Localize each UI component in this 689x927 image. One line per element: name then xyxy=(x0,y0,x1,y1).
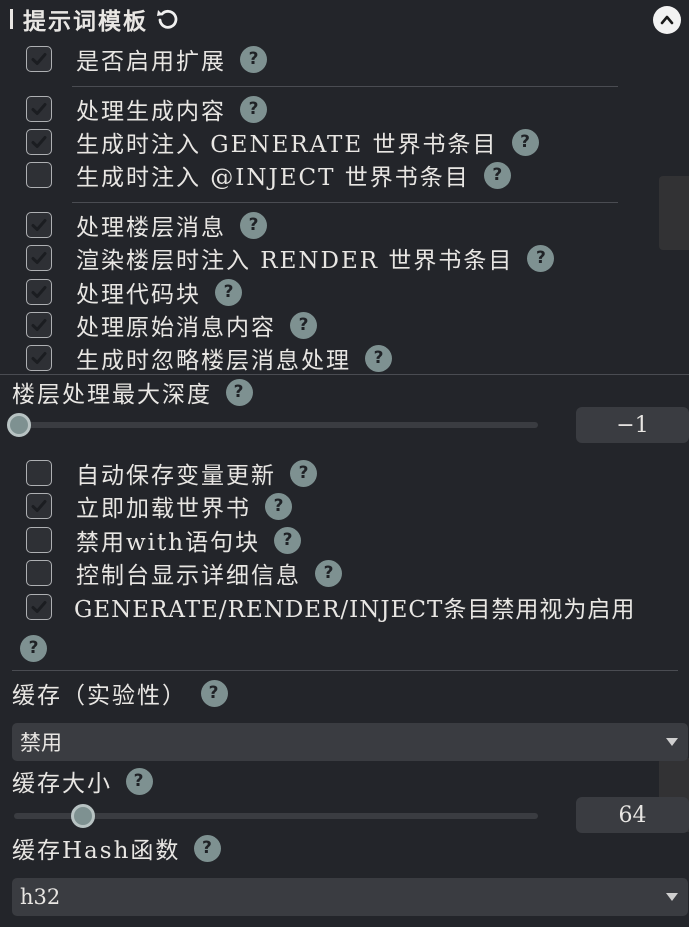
load-worldbook-checkbox[interactable] xyxy=(26,493,52,519)
ignore-floor-on-gen-label: 生成时忽略楼层消息处理 xyxy=(76,348,351,374)
help-icon[interactable]: ? xyxy=(265,492,292,520)
help-icon[interactable]: ? xyxy=(365,344,392,372)
inject-inject-checkbox[interactable] xyxy=(26,162,52,188)
render-inject-label: 渲染楼层时注入 RENDER 世界书条目 xyxy=(76,248,514,274)
cache-size-input[interactable]: 64 xyxy=(576,797,689,833)
help-icon[interactable]: ? xyxy=(226,378,253,406)
option-disable-with[interactable]: 禁用with语句块 ? xyxy=(26,524,302,556)
option-console-verbose[interactable]: 控制台显示详细信息 ? xyxy=(26,557,342,589)
disabled-as-enabled-help-row: ? xyxy=(20,632,47,664)
option-render-inject[interactable]: 渲染楼层时注入 RENDER 世界书条目 ? xyxy=(26,242,555,274)
option-process-generate[interactable]: 处理生成内容 ? xyxy=(26,93,267,125)
max-depth-slider-track[interactable] xyxy=(14,422,538,428)
enable-extension-label: 是否启用扩展 xyxy=(76,49,226,75)
render-inject-checkbox[interactable] xyxy=(26,245,52,271)
settings-panel: 提示词模板 是否启用扩展 ? 处理生成内容 ? 生成时注入 GENERATE 世… xyxy=(0,0,689,927)
process-raw-checkbox[interactable] xyxy=(26,312,52,338)
process-floor-checkbox[interactable] xyxy=(26,212,52,238)
help-icon[interactable]: ? xyxy=(527,244,555,272)
cache-size-section: 缓存大小 ? xyxy=(12,765,153,797)
enable-extension-checkbox[interactable] xyxy=(26,46,52,72)
chevron-up-icon xyxy=(660,15,674,25)
process-generate-label: 处理生成内容 xyxy=(76,99,226,125)
option-process-raw[interactable]: 处理原始消息内容 ? xyxy=(26,309,317,341)
disable-with-label: 禁用with语句块 xyxy=(76,530,261,556)
help-icon[interactable]: ? xyxy=(201,679,228,707)
max-depth-section: 楼层处理最大深度 ? xyxy=(12,376,253,408)
help-icon[interactable]: ? xyxy=(20,634,47,662)
cache-size-slider-thumb[interactable] xyxy=(71,804,95,828)
option-inject-inject[interactable]: 生成时注入 @INJECT 世界书条目 ? xyxy=(26,159,511,191)
reset-icon[interactable] xyxy=(156,7,180,31)
help-icon[interactable]: ? xyxy=(315,559,342,587)
collapse-button[interactable] xyxy=(653,6,681,34)
cache-section: 缓存（实验性） ? xyxy=(12,677,228,709)
divider xyxy=(72,202,618,203)
option-ignore-floor-on-gen[interactable]: 生成时忽略楼层消息处理 ? xyxy=(26,342,392,374)
option-disabled-as-enabled[interactable]: GENERATE/RENDER/INJECT条目禁用视为启用 xyxy=(26,591,635,623)
inject-generate-checkbox[interactable] xyxy=(26,129,52,155)
cache-label: 缓存（实验性） xyxy=(12,683,187,709)
chevron-down-icon xyxy=(666,893,678,901)
option-inject-generate[interactable]: 生成时注入 GENERATE 世界书条目 ? xyxy=(26,126,539,158)
help-icon[interactable]: ? xyxy=(240,95,267,123)
option-load-worldbook[interactable]: 立即加载世界书 ? xyxy=(26,490,292,522)
help-icon[interactable]: ? xyxy=(240,45,267,73)
max-depth-slider-thumb[interactable] xyxy=(7,413,31,437)
process-codeblock-label: 处理代码块 xyxy=(76,282,201,308)
help-icon[interactable]: ? xyxy=(274,526,302,554)
console-verbose-checkbox[interactable] xyxy=(26,560,52,586)
option-process-codeblock[interactable]: 处理代码块 ? xyxy=(26,276,242,308)
process-raw-label: 处理原始消息内容 xyxy=(76,315,276,341)
cache-select[interactable]: 禁用 xyxy=(12,723,688,761)
ignore-floor-on-gen-checkbox[interactable] xyxy=(26,345,52,371)
help-icon[interactable]: ? xyxy=(215,278,242,306)
hash-select[interactable]: h32 xyxy=(12,878,688,916)
help-icon[interactable]: ? xyxy=(483,161,511,189)
process-codeblock-checkbox[interactable] xyxy=(26,279,52,305)
console-verbose-label: 控制台显示详细信息 xyxy=(76,563,301,589)
help-icon[interactable]: ? xyxy=(290,459,317,487)
cache-select-value: 禁用 xyxy=(20,731,62,755)
inject-inject-label: 生成时注入 @INJECT 世界书条目 xyxy=(76,165,470,191)
option-autosave-vars[interactable]: 自动保存变量更新 ? xyxy=(26,457,317,489)
help-icon[interactable]: ? xyxy=(290,311,317,339)
panel-header[interactable]: 提示词模板 xyxy=(10,4,180,35)
help-icon[interactable]: ? xyxy=(240,211,267,239)
hash-label: 缓存Hash函数 xyxy=(12,838,181,864)
process-generate-checkbox[interactable] xyxy=(26,96,52,122)
hash-select-value: h32 xyxy=(20,885,61,909)
autosave-vars-checkbox[interactable] xyxy=(26,460,52,486)
disabled-as-enabled-checkbox[interactable] xyxy=(26,594,52,620)
help-icon[interactable]: ? xyxy=(511,128,539,156)
header-bar xyxy=(10,9,13,29)
autosave-vars-label: 自动保存变量更新 xyxy=(76,463,276,489)
divider xyxy=(72,86,618,87)
hash-section: 缓存Hash函数 ? xyxy=(12,832,222,864)
panel-title: 提示词模板 xyxy=(23,8,148,35)
chevron-down-icon xyxy=(666,738,678,746)
help-icon[interactable]: ? xyxy=(194,834,222,862)
max-depth-label: 楼层处理最大深度 xyxy=(12,382,212,408)
inject-generate-label: 生成时注入 GENERATE 世界书条目 xyxy=(76,132,498,158)
divider xyxy=(12,670,678,671)
max-depth-input[interactable]: −1 xyxy=(576,407,689,443)
option-enable-extension[interactable]: 是否启用扩展 ? xyxy=(26,43,267,75)
load-worldbook-label: 立即加载世界书 xyxy=(76,496,251,522)
option-process-floor[interactable]: 处理楼层消息 ? xyxy=(26,209,267,241)
process-floor-label: 处理楼层消息 xyxy=(76,215,226,241)
help-icon[interactable]: ? xyxy=(126,767,153,795)
cache-size-label: 缓存大小 xyxy=(12,771,112,797)
disabled-as-enabled-label: GENERATE/RENDER/INJECT条目禁用视为启用 xyxy=(74,597,636,623)
disable-with-checkbox[interactable] xyxy=(26,527,52,553)
